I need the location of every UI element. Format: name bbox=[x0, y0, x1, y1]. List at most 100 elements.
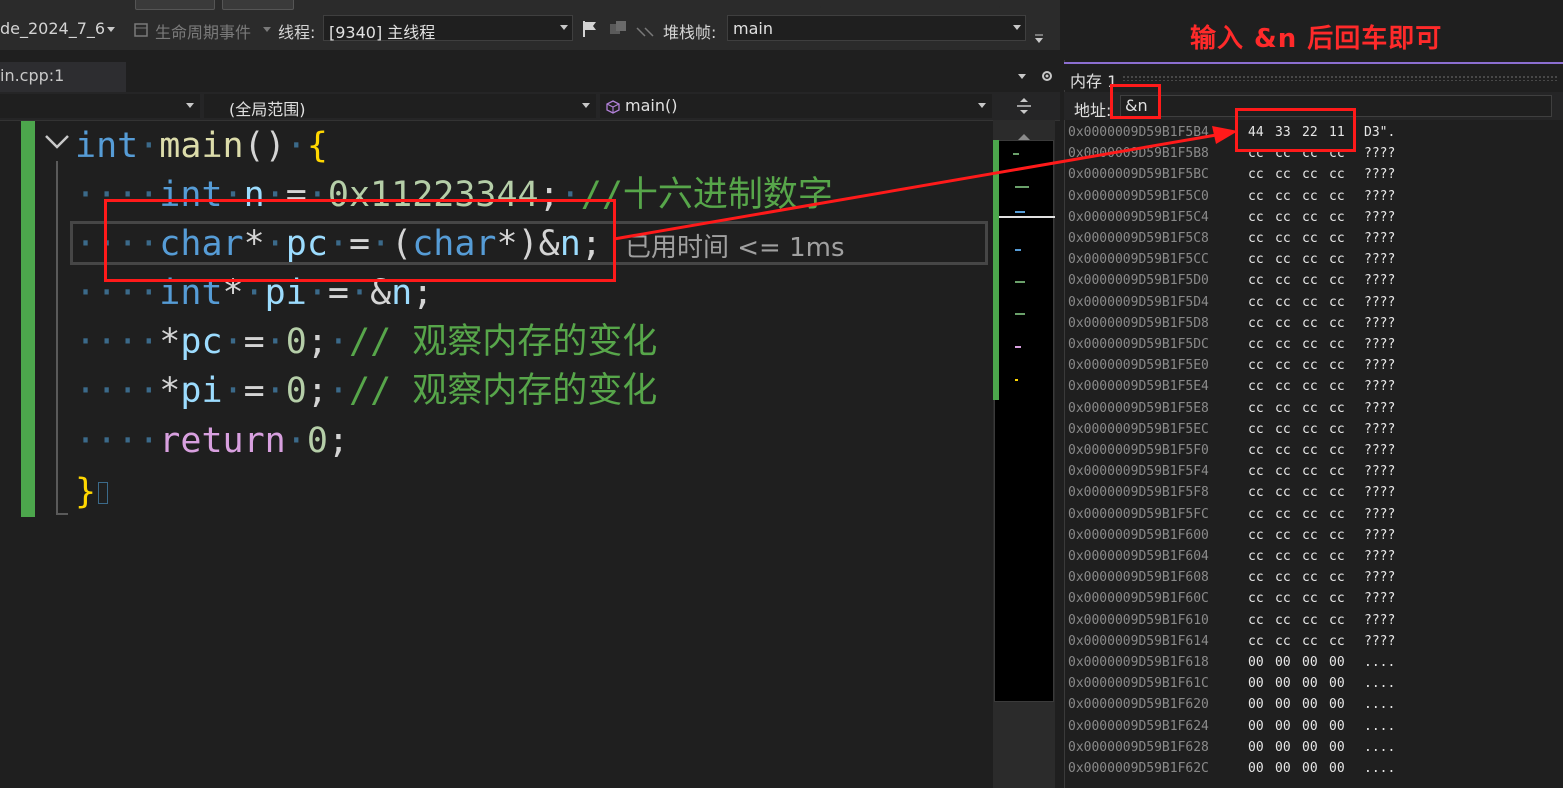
project-combo[interactable] bbox=[0, 94, 200, 118]
stackframe-combo[interactable]: main bbox=[727, 15, 1026, 41]
memory-byte[interactable]: 00 bbox=[1329, 758, 1345, 779]
code-line-7[interactable]: ····return·0; bbox=[0, 416, 993, 466]
memory-byte[interactable]: 00 bbox=[1275, 694, 1291, 715]
memory-byte[interactable]: cc bbox=[1275, 355, 1291, 376]
memory-byte[interactable]: cc bbox=[1275, 334, 1291, 355]
memory-byte[interactable]: cc bbox=[1248, 419, 1264, 440]
memory-byte[interactable]: cc bbox=[1302, 398, 1318, 419]
filter-icon[interactable] bbox=[636, 23, 656, 42]
memory-byte[interactable]: cc bbox=[1275, 482, 1291, 503]
memory-byte[interactable]: cc bbox=[1275, 631, 1291, 652]
memory-byte[interactable]: cc bbox=[1248, 164, 1264, 185]
memory-byte[interactable]: cc bbox=[1302, 228, 1318, 249]
memory-byte[interactable]: 00 bbox=[1248, 673, 1264, 694]
lifecycle-events-label[interactable]: 生命周期事件 bbox=[155, 19, 251, 43]
memory-byte[interactable]: cc bbox=[1302, 461, 1318, 482]
memory-byte[interactable]: cc bbox=[1329, 376, 1345, 397]
memory-byte[interactable]: 00 bbox=[1248, 758, 1264, 779]
memory-byte[interactable]: cc bbox=[1248, 249, 1264, 270]
memory-byte[interactable]: cc bbox=[1275, 249, 1291, 270]
memory-byte[interactable]: cc bbox=[1302, 249, 1318, 270]
memory-byte[interactable]: cc bbox=[1275, 376, 1291, 397]
flag-threads-icon[interactable] bbox=[608, 20, 628, 42]
scope-combo[interactable]: (全局范围) bbox=[204, 94, 596, 119]
memory-byte[interactable]: cc bbox=[1248, 482, 1264, 503]
memory-byte[interactable]: cc bbox=[1248, 270, 1264, 291]
memory-byte[interactable]: cc bbox=[1275, 525, 1291, 546]
memory-byte[interactable]: cc bbox=[1248, 631, 1264, 652]
memory-byte[interactable]: cc bbox=[1275, 270, 1291, 291]
memory-byte[interactable]: cc bbox=[1329, 546, 1345, 567]
memory-byte[interactable]: 00 bbox=[1275, 737, 1291, 758]
memory-byte[interactable]: cc bbox=[1275, 228, 1291, 249]
memory-byte[interactable]: cc bbox=[1248, 567, 1264, 588]
memory-byte[interactable]: cc bbox=[1329, 610, 1345, 631]
memory-byte[interactable]: cc bbox=[1329, 313, 1345, 334]
memory-byte[interactable]: cc bbox=[1329, 270, 1345, 291]
chevron-down-icon[interactable] bbox=[978, 103, 986, 108]
memory-byte[interactable]: cc bbox=[1302, 482, 1318, 503]
memory-byte[interactable]: cc bbox=[1302, 186, 1318, 207]
memory-byte[interactable]: cc bbox=[1248, 504, 1264, 525]
memory-byte[interactable]: cc bbox=[1275, 461, 1291, 482]
memory-byte[interactable]: cc bbox=[1329, 461, 1345, 482]
memory-byte[interactable]: cc bbox=[1275, 504, 1291, 525]
memory-byte[interactable]: cc bbox=[1329, 419, 1345, 440]
memory-byte[interactable]: cc bbox=[1275, 610, 1291, 631]
code-line-5[interactable]: ····*pc·=·0;·// 观察内存的变化 bbox=[0, 317, 993, 367]
memory-byte[interactable]: cc bbox=[1329, 504, 1345, 525]
memory-byte[interactable]: cc bbox=[1302, 610, 1318, 631]
memory-byte[interactable]: cc bbox=[1329, 440, 1345, 461]
memory-byte[interactable]: 00 bbox=[1302, 673, 1318, 694]
memory-byte[interactable]: cc bbox=[1329, 207, 1345, 228]
memory-byte[interactable]: 00 bbox=[1248, 652, 1264, 673]
config-combo-fragment[interactable] bbox=[135, 0, 215, 10]
memory-byte[interactable]: 00 bbox=[1329, 737, 1345, 758]
memory-byte[interactable]: cc bbox=[1329, 164, 1345, 185]
memory-byte[interactable]: cc bbox=[1248, 546, 1264, 567]
memory-byte[interactable]: cc bbox=[1275, 164, 1291, 185]
memory-byte[interactable]: 00 bbox=[1275, 652, 1291, 673]
memory-byte[interactable]: cc bbox=[1275, 419, 1291, 440]
memory-byte[interactable]: cc bbox=[1248, 355, 1264, 376]
memory-byte[interactable]: cc bbox=[1275, 186, 1291, 207]
memory-byte[interactable]: 00 bbox=[1302, 737, 1318, 758]
memory-byte[interactable]: cc bbox=[1275, 567, 1291, 588]
memory-byte[interactable]: 00 bbox=[1275, 758, 1291, 779]
chevron-down-icon[interactable] bbox=[560, 25, 568, 30]
memory-byte[interactable]: 00 bbox=[1329, 694, 1345, 715]
chevron-down-icon[interactable] bbox=[582, 103, 590, 108]
memory-byte[interactable]: cc bbox=[1248, 588, 1264, 609]
memory-byte[interactable]: cc bbox=[1329, 482, 1345, 503]
memory-byte[interactable]: 00 bbox=[1248, 694, 1264, 715]
memory-byte[interactable]: cc bbox=[1302, 546, 1318, 567]
memory-byte[interactable]: cc bbox=[1302, 355, 1318, 376]
memory-byte[interactable]: cc bbox=[1248, 440, 1264, 461]
memory-byte[interactable]: cc bbox=[1302, 525, 1318, 546]
memory-byte[interactable]: cc bbox=[1248, 186, 1264, 207]
memory-byte[interactable]: cc bbox=[1275, 440, 1291, 461]
thread-combo[interactable]: [9340] 主线程 bbox=[323, 15, 573, 42]
memory-byte[interactable]: cc bbox=[1302, 334, 1318, 355]
memory-byte[interactable]: cc bbox=[1329, 631, 1345, 652]
dock-grip[interactable] bbox=[1122, 75, 1558, 81]
memory-byte[interactable]: cc bbox=[1302, 376, 1318, 397]
function-combo[interactable]: main() bbox=[600, 94, 992, 118]
memory-byte[interactable]: cc bbox=[1329, 228, 1345, 249]
memory-byte[interactable]: cc bbox=[1248, 610, 1264, 631]
memory-byte[interactable]: cc bbox=[1329, 355, 1345, 376]
platform-combo-fragment[interactable] bbox=[222, 0, 294, 10]
memory-byte[interactable]: cc bbox=[1329, 249, 1345, 270]
memory-byte[interactable]: cc bbox=[1275, 546, 1291, 567]
memory-byte[interactable]: cc bbox=[1302, 588, 1318, 609]
memory-byte[interactable]: cc bbox=[1329, 567, 1345, 588]
memory-byte[interactable]: 00 bbox=[1302, 694, 1318, 715]
memory-byte[interactable]: 00 bbox=[1302, 652, 1318, 673]
code-line-1[interactable]: int·main()·{ bbox=[0, 121, 993, 171]
memory-byte[interactable]: cc bbox=[1329, 186, 1345, 207]
memory-byte[interactable]: cc bbox=[1329, 525, 1345, 546]
memory-byte[interactable]: 00 bbox=[1329, 673, 1345, 694]
memory-byte[interactable]: cc bbox=[1248, 525, 1264, 546]
tab-list-dropdown-icon[interactable] bbox=[1018, 74, 1026, 79]
memory-byte[interactable]: cc bbox=[1248, 228, 1264, 249]
